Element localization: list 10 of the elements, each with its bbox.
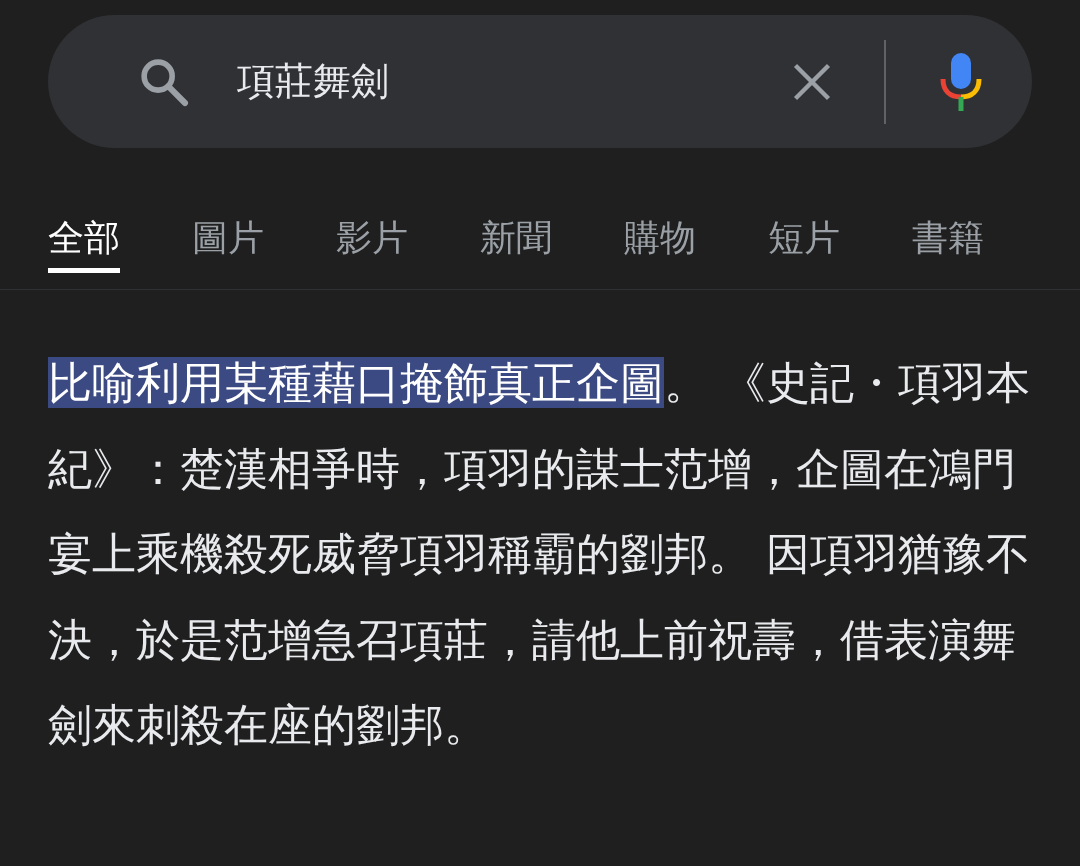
tab[interactable]: 影片: [336, 198, 408, 273]
tab[interactable]: 短片: [768, 198, 840, 273]
tab[interactable]: 圖片: [192, 198, 264, 273]
tab[interactable]: 購物: [624, 198, 696, 273]
search-field[interactable]: 項莊舞劍: [237, 53, 790, 110]
tab[interactable]: 全部: [48, 198, 120, 273]
tab[interactable]: 新聞: [480, 198, 552, 273]
snippet-text: 比喻利用某種藉口掩飾真正企圖。 《史記・項羽本紀》：楚漢相爭時，項羽的謀士范增，企圖在鴻門宴上乘機殺死威脅項羽稱霸的劉邦。 因項羽猶豫不決，於是范增急召項莊，請他上前祝壽，借表演舞劍來刺殺在座的劉邦。: [48, 356, 1031, 752]
tab[interactable]: 書籍: [912, 198, 984, 273]
microphone-icon[interactable]: [938, 50, 984, 113]
